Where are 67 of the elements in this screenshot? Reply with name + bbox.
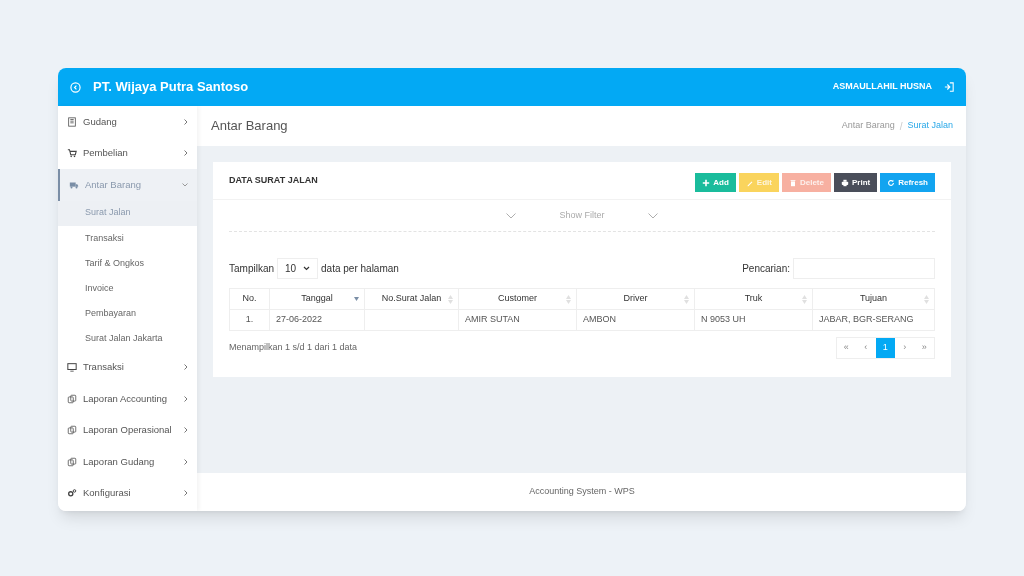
chevron-down-icon[interactable] (648, 212, 658, 219)
sidebar-item[interactable]: Laporan Accounting (58, 383, 197, 415)
chevron-right-icon (184, 458, 188, 465)
copy-icon (67, 425, 77, 436)
column-header[interactable]: Driver (576, 288, 695, 310)
column-header[interactable]: No.Surat Jalan (364, 288, 459, 310)
chevron-right-icon (184, 395, 188, 402)
sidebar-item[interactable]: Gudang (58, 106, 197, 138)
table-cell: AMBON (576, 309, 695, 331)
sort-icon (448, 295, 453, 304)
table-cell: JABAR, BGR-SERANG (812, 309, 935, 331)
page-title: Antar Barang (211, 117, 288, 136)
plus-icon (702, 178, 711, 187)
chevron-down-icon[interactable] (506, 212, 516, 219)
building-icon (67, 116, 77, 127)
sort-icon (802, 295, 807, 304)
sidebar-item[interactable]: Laporan Operasional (58, 414, 197, 447)
table-cell: 27-06-2022 (269, 309, 365, 331)
chevron-right-icon (184, 490, 188, 497)
sidebar-item[interactable]: Transaksi (58, 351, 197, 384)
chevron-right-icon (184, 364, 188, 371)
table-info: Menampilkan 1 s/d 1 dari 1 data (229, 341, 358, 355)
sort-desc-icon (354, 297, 359, 301)
submenu-item[interactable]: Transaksi (58, 225, 197, 251)
column-header[interactable]: Truk (694, 288, 813, 310)
trash-icon (788, 178, 797, 187)
chevron-right-icon (184, 150, 188, 157)
column-header[interactable]: Tanggal (269, 288, 365, 310)
breadcrumb-separator: / (899, 119, 903, 134)
refresh-icon (887, 178, 896, 187)
sidebar-item[interactable]: Laporan Gudang (58, 446, 197, 478)
copy-icon (67, 393, 77, 404)
column-header: No. (229, 288, 270, 310)
sort-icon (684, 295, 689, 304)
table-cell: N 9053 UH (694, 309, 813, 331)
footer-text: Accounting System - WPS (529, 485, 635, 499)
caret-icon (303, 266, 311, 271)
monitor-icon (67, 362, 77, 373)
chevron-right-icon (184, 118, 188, 125)
column-header[interactable]: Tujuan (812, 288, 935, 310)
sort-icon (924, 295, 929, 304)
app-title: PT. Wijaya Putra Santoso (93, 78, 249, 97)
search-label: Pencarian: (742, 262, 790, 276)
length-label: Tampilkan (229, 262, 275, 276)
page-size-select[interactable]: 10 (277, 258, 319, 279)
sidebar-item[interactable]: Konfigurasi (58, 477, 197, 510)
back-icon[interactable] (70, 81, 81, 93)
pencil-icon (745, 178, 754, 187)
chevron-down-icon (182, 182, 188, 187)
sort-icon (566, 295, 571, 304)
submenu-item[interactable]: Tarif & Ongkos (58, 250, 197, 277)
submenu-item[interactable]: Invoice (58, 276, 197, 302)
table-cell: 1. (229, 309, 270, 331)
cart-icon (67, 148, 77, 159)
gears-icon (67, 488, 77, 499)
submenu-item[interactable]: Surat Jalan Jakarta (58, 326, 197, 352)
sidebar-item[interactable]: Pembelian (58, 137, 197, 169)
table-cell: AMIR SUTAN (458, 309, 577, 331)
logout-icon[interactable] (944, 82, 954, 92)
column-header[interactable]: Customer (458, 288, 577, 310)
panel-title: DATA SURAT JALAN (229, 173, 318, 187)
submenu-item[interactable]: Pembayaran (58, 301, 197, 327)
length-label: data per halaman (321, 262, 399, 276)
print-button[interactable]: Print (833, 173, 878, 192)
printer-icon (840, 178, 849, 187)
copy-icon (67, 456, 77, 467)
chevron-right-icon (184, 427, 188, 434)
